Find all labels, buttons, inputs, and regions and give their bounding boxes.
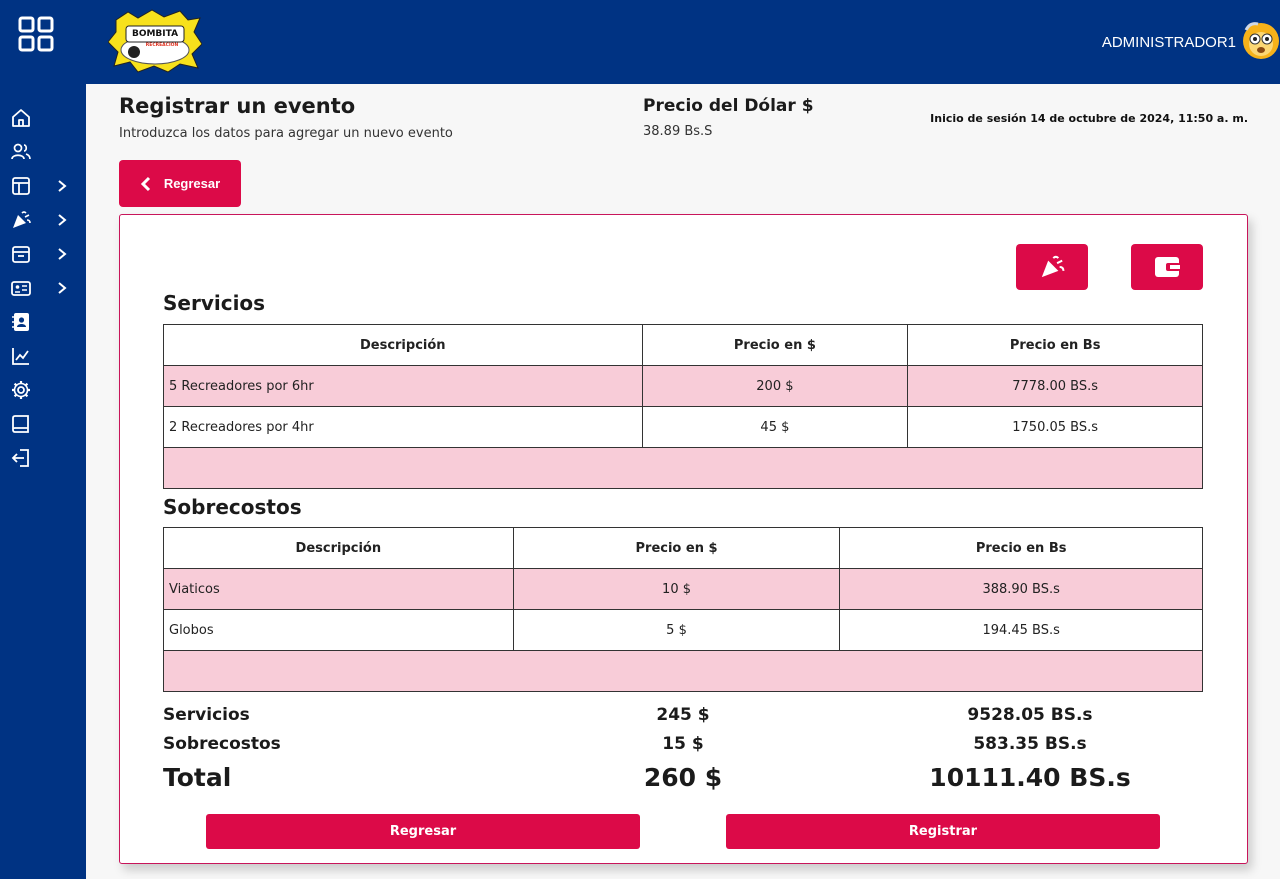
chevron-right-icon [58,180,67,192]
registrar-button[interactable]: Registrar [726,814,1160,849]
sidebar-item-contacts[interactable] [10,310,70,334]
add-cost-button[interactable] [1131,244,1203,290]
sidebar-item-manual[interactable] [10,412,70,436]
totals-servicios-usd: 245 $ [656,705,710,725]
table-row[interactable]: 5 Recreadores por 6hr 200 $ 7778.00 BS.s [163,365,1203,407]
contact-book-icon [12,313,29,331]
svg-text:BOMBITA: BOMBITA [132,29,178,39]
back-button-label: Regresar [163,176,221,191]
table-row[interactable]: Globos 5 $ 194.45 BS.s [163,609,1203,651]
sidebar-item-home[interactable] [10,106,70,130]
avatar[interactable] [1240,20,1280,64]
bombita-logo[interactable]: BOMBITA RECREACION [108,8,202,74]
id-card-icon [11,281,31,296]
totals-total-row: Total 260 $ 10111.40 BS.s [163,763,1203,797]
sidebar-item-settings[interactable] [10,378,70,402]
cell-precio-usd: 10 $ [512,568,841,610]
totals-sobrecostos-label: Sobrecostos [163,734,281,754]
sidebar-item-users[interactable] [10,140,70,164]
col-header-precio-bs: Precio en Bs [907,324,1203,366]
chart-line-icon [12,348,29,365]
chevron-right-icon [58,248,67,260]
cell-descripcion: 5 Recreadores por 6hr [163,365,643,407]
dollar-price-value: 38.89 Bs.S [643,124,713,139]
col-header-precio-bs: Precio en Bs [839,527,1203,569]
empty-cell [163,650,1203,692]
cell-precio-bs: 7778.00 BS.s [907,365,1203,407]
table-row-empty [163,447,1203,489]
totals-servicios-bs: 9528.05 BS.s [967,705,1093,725]
table-row[interactable]: 2 Recreadores por 4hr 45 $ 1750.05 BS.s [163,406,1203,448]
cell-precio-usd: 200 $ [641,365,909,407]
sidebar-item-reports[interactable] [10,344,70,368]
totals-total-usd: 260 $ [643,763,723,792]
sidebar [0,0,86,879]
col-header-precio-usd: Precio en $ [641,324,909,366]
party-icon [1041,255,1065,278]
empty-cell [163,447,1203,489]
user-menu[interactable]: ADMINISTRADOR1 [1102,20,1280,64]
col-header-descripcion: Descripción [163,324,643,366]
user-name: ADMINISTRADOR1 [1101,33,1236,51]
sidebar-item-archive[interactable] [10,242,70,266]
table-row-empty [163,650,1203,692]
users-icon [11,143,31,160]
cell-precio-bs: 388.90 BS.s [839,568,1203,610]
layout-icon [12,177,30,195]
table-header-row: Descripción Precio en $ Precio en Bs [163,324,1203,366]
book-icon [12,415,29,433]
regresar-button[interactable]: Regresar [206,814,640,849]
page-title: Registrar un evento [119,94,356,118]
totals-servicios-label: Servicios [163,705,250,725]
cell-precio-bs: 1750.05 BS.s [907,406,1203,448]
chevron-right-icon [58,214,67,226]
totals-sobrecostos-usd: 15 $ [662,734,704,754]
top-bar: BOMBITA RECREACION ADMINISTRADOR1 [86,0,1280,84]
cell-descripcion: Globos [163,609,514,651]
sidebar-item-layout[interactable] [10,174,70,198]
cell-precio-bs: 194.45 BS.s [839,609,1203,651]
totals-sobrecostos-row: Sobrecostos 15 $ 583.35 BS.s [163,734,1203,760]
totals-servicios-row: Servicios 245 $ 9528.05 BS.s [163,705,1203,731]
chevron-left-icon [140,176,150,191]
col-header-descripcion: Descripción [163,527,514,569]
party-icon [13,211,31,228]
sidebar-item-logout[interactable] [10,446,70,470]
svg-text:RECREACION: RECREACION [146,42,179,48]
sidebar-item-id-card[interactable] [10,276,70,300]
cell-descripcion: Viaticos [163,568,514,610]
table-row[interactable]: Viaticos 10 $ 388.90 BS.s [163,568,1203,610]
cell-descripcion: 2 Recreadores por 4hr [163,406,643,448]
home-icon [12,109,30,127]
wallet-icon [1155,257,1180,277]
archive-icon [12,246,30,263]
sobrecostos-table: Descripción Precio en $ Precio en Bs Via… [163,527,1203,692]
apps-grid-icon[interactable] [18,16,54,52]
sobrecostos-title: Sobrecostos [163,495,302,519]
page-subtitle: Introduzca los datos para agregar un nue… [119,126,453,141]
chevron-right-icon [58,282,67,294]
logout-icon [11,449,29,467]
dollar-price-label: Precio del Dólar $ [643,96,814,116]
add-service-button[interactable] [1016,244,1088,290]
servicios-title: Servicios [163,291,266,315]
totals-sobrecostos-bs: 583.35 BS.s [973,734,1087,754]
sidebar-item-events[interactable] [10,208,70,232]
session-info: Inicio de sesión 14 de octubre de 2024, … [930,112,1248,125]
event-card: Servicios Descripción Precio en $ Precio… [119,214,1248,864]
totals-total-label: Total [163,763,232,792]
cell-precio-usd: 5 $ [512,609,841,651]
totals-total-bs: 10111.40 BS.s [929,763,1131,792]
back-button[interactable]: Regresar [119,160,241,207]
servicios-table: Descripción Precio en $ Precio en Bs 5 R… [163,324,1203,489]
table-header-row: Descripción Precio en $ Precio en Bs [163,527,1203,569]
gear-icon [12,381,30,399]
col-header-precio-usd: Precio en $ [512,527,841,569]
cell-precio-usd: 45 $ [641,406,909,448]
